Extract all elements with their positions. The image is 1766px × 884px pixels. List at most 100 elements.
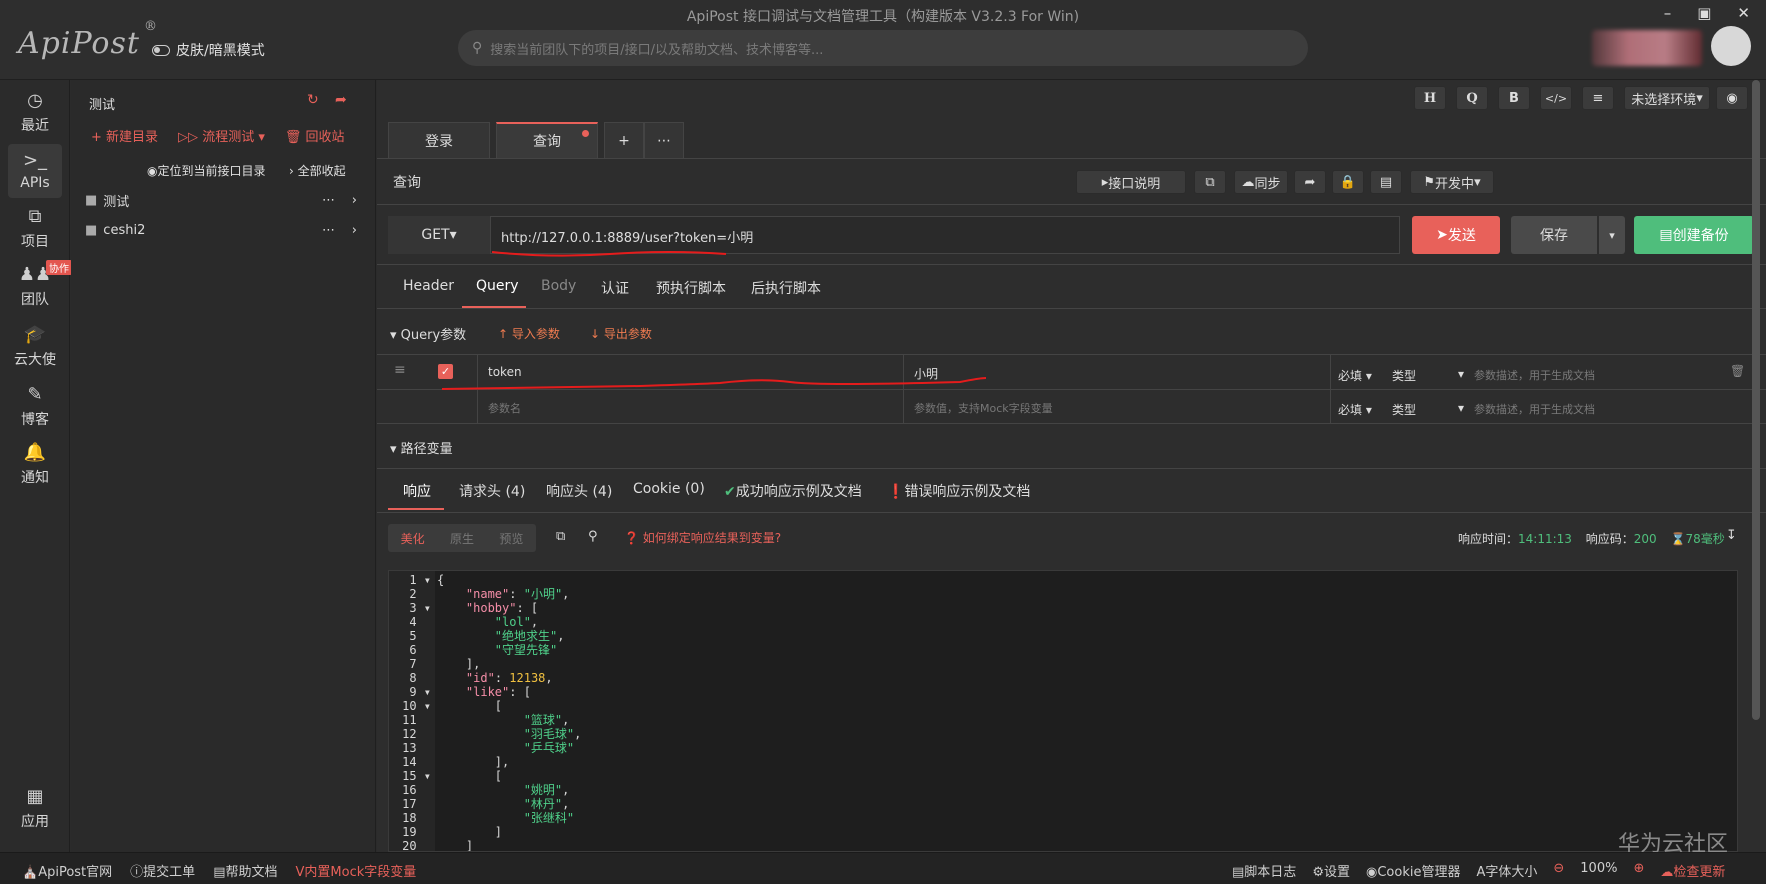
folder-item[interactable]: ■ ceshi2 ⋯ › <box>85 218 365 242</box>
beautify-button[interactable]: 美化 <box>401 530 425 547</box>
code-line: 19 ] <box>389 825 1729 839</box>
bind-response-help-link[interactable]: ❓ 如何绑定响应结果到变量? <box>624 529 781 546</box>
refresh-icon[interactable]: ↻ <box>307 92 319 108</box>
tab-auth[interactable]: 认证 <box>601 278 629 298</box>
locate-current-button[interactable]: ◉定位到当前接口目录 <box>147 162 266 179</box>
type-select[interactable]: 类型 ▾ <box>1392 401 1464 418</box>
lock-icon[interactable]: 🔒 <box>1332 170 1364 194</box>
nav-item-project[interactable]: ⧉ 项目 <box>0 206 70 251</box>
new-param-value-field[interactable]: 参数值，支持Mock字段变量 <box>914 400 1053 416</box>
query-section-toggle[interactable]: ▾ Query参数 <box>390 324 466 343</box>
mock-vars-link[interactable]: V内置Mock字段变量 <box>296 861 417 880</box>
search-icon[interactable]: ⚲ <box>588 529 598 544</box>
new-dir-button[interactable]: + 新建目录 <box>91 126 158 145</box>
theme-toggle[interactable]: 皮肤/暗黑模式 <box>152 40 265 60</box>
nav-item-team[interactable]: ♟♟ 团队 协作 <box>0 260 72 309</box>
tab-pre-script[interactable]: 预执行脚本 <box>656 278 726 298</box>
sliders-icon[interactable]: ≡ <box>1582 86 1614 110</box>
create-backup-button[interactable]: ▤ 创建备份 <box>1634 216 1754 254</box>
database-icon[interactable]: ▤ <box>1370 170 1402 194</box>
required-select[interactable]: 必填 ▾ <box>1338 367 1372 384</box>
download-icon[interactable]: ↧ <box>1726 528 1737 543</box>
tab-query[interactable]: 查询 <box>496 122 598 158</box>
tab-header[interactable]: Header <box>403 278 454 294</box>
api-doc-button[interactable]: ▸ 接口说明 <box>1076 170 1186 194</box>
tab-request-headers[interactable]: 请求头 (4) <box>459 481 525 501</box>
env-select[interactable]: 未选择环境 ▾ <box>1624 86 1710 110</box>
avatar[interactable] <box>1711 26 1751 66</box>
copy-icon[interactable]: ⧉ <box>1194 170 1226 194</box>
flow-test-button[interactable]: ▷▷ 流程测试 ▾ <box>178 126 265 145</box>
quote-button[interactable]: Q <box>1456 86 1488 110</box>
tab-body[interactable]: Body <box>541 278 576 294</box>
more-icon[interactable]: ⋯ <box>322 193 335 208</box>
minimize-icon[interactable]: – <box>1664 4 1672 22</box>
chevron-right-icon[interactable]: › <box>352 193 357 208</box>
tab-post-script[interactable]: 后执行脚本 <box>751 278 821 298</box>
export-params-button[interactable]: ↓ 导出参数 <box>590 325 652 342</box>
zoom-out-icon[interactable]: ⊖ <box>1553 861 1564 880</box>
tab-response[interactable]: 响应 <box>403 481 431 501</box>
new-param-desc-field[interactable]: 参数描述，用于生成文档 <box>1474 401 1595 417</box>
drag-handle-icon[interactable]: ≡ <box>394 362 406 378</box>
new-param-key-field[interactable]: 参数名 <box>488 400 521 416</box>
nav-item-recent[interactable]: ◷ 最近 <box>0 90 70 135</box>
status-select[interactable]: ⚑ 开发中 ▾ <box>1410 170 1494 194</box>
check-update-button[interactable]: ☁检查更新 <box>1660 861 1725 880</box>
folder-item[interactable]: ■ 测试 ⋯ › <box>85 188 365 212</box>
method-select[interactable]: GET ▾ <box>388 216 490 254</box>
recycle-bin-button[interactable]: 🗑 回收站 <box>285 126 345 145</box>
help-docs-link[interactable]: ▤帮助文档 <box>213 861 277 880</box>
send-button[interactable]: ➤ 发送 <box>1412 216 1500 254</box>
type-select[interactable]: 类型 ▾ <box>1392 367 1464 384</box>
share-icon[interactable]: ➦ <box>335 92 347 108</box>
required-select[interactable]: 必填 ▾ <box>1338 401 1372 418</box>
eye-icon[interactable]: ◉ <box>1716 86 1748 110</box>
share-icon[interactable]: ➦ <box>1294 170 1326 194</box>
nav-item-ambassador[interactable]: 🎓 云大使 <box>0 324 70 369</box>
trash-icon[interactable]: 🗑 <box>1730 364 1745 378</box>
nav-item-apis[interactable]: >_ APIs <box>8 144 62 198</box>
bold-button[interactable]: B <box>1498 86 1530 110</box>
cookie-manager-button[interactable]: ◉Cookie管理器 <box>1366 861 1460 880</box>
code-button[interactable]: </> <box>1540 86 1572 110</box>
tab-query-params[interactable]: Query <box>476 278 519 294</box>
official-site-link[interactable]: ⛪ApiPost官网 <box>22 861 112 880</box>
zoom-in-icon[interactable]: ⊕ <box>1633 861 1644 880</box>
font-label: 字体大小 <box>1485 865 1538 880</box>
raw-button[interactable]: 原生 <box>450 530 474 547</box>
tab-error-examples[interactable]: ❗错误响应示例及文档 <box>887 481 1030 501</box>
sync-button[interactable]: ☁ 同步 <box>1234 170 1288 194</box>
chevron-right-icon[interactable]: › <box>352 223 357 238</box>
code-line: 9 ▾ "like": [ <box>389 685 1729 699</box>
more-icon[interactable]: ⋯ <box>322 223 335 238</box>
settings-button[interactable]: ⚙设置 <box>1312 861 1350 880</box>
tab-login[interactable]: 登录 <box>388 122 490 158</box>
copy-icon[interactable]: ⧉ <box>556 529 565 544</box>
more-tabs-button[interactable]: ⋯ <box>644 122 684 158</box>
nav-item-apps[interactable]: ▦ 应用 <box>0 786 70 831</box>
close-icon[interactable]: ✕ <box>1737 4 1750 22</box>
save-button[interactable]: 保存 <box>1511 216 1597 254</box>
save-dropdown[interactable]: ▾ <box>1599 216 1625 254</box>
tab-cookie[interactable]: Cookie (0) <box>633 481 705 497</box>
tab-success-examples[interactable]: ✔成功响应示例及文档 <box>724 481 862 501</box>
nav-item-blog[interactable]: ✎ 博客 <box>0 384 70 429</box>
import-params-button[interactable]: ↑ 导入参数 <box>498 325 560 342</box>
submit-ticket-link[interactable]: ⓘ提交工单 <box>130 861 195 880</box>
add-tab-button[interactable]: + <box>604 122 644 158</box>
response-body-editor[interactable]: 1 ▾{2 "name": "小明", 3 ▾ "hobby": [4 "lol"… <box>388 570 1738 852</box>
tab-label: 查询 <box>533 134 561 150</box>
tab-response-headers[interactable]: 响应头 (4) <box>546 481 612 501</box>
collapse-all-button[interactable]: › 全部收起 <box>289 162 346 179</box>
nav-item-notify[interactable]: 🔔 通知 <box>0 442 70 487</box>
path-vars-toggle[interactable]: ▾ 路径变量 <box>390 438 453 457</box>
maximize-icon[interactable]: ▣ <box>1697 4 1711 22</box>
main-scrollbar[interactable] <box>1752 80 1760 720</box>
preview-button[interactable]: 预览 <box>499 530 523 547</box>
code-text: "name": "小明", <box>465 587 570 601</box>
script-log-button[interactable]: ▤脚本日志 <box>1232 861 1296 880</box>
global-search-input[interactable]: ⚲ 搜索当前团队下的项目/接口/以及帮助文档、技术博客等... <box>458 30 1308 66</box>
param-desc-field[interactable]: 参数描述，用于生成文档 <box>1474 367 1595 383</box>
heading-button[interactable]: H <box>1414 86 1446 110</box>
